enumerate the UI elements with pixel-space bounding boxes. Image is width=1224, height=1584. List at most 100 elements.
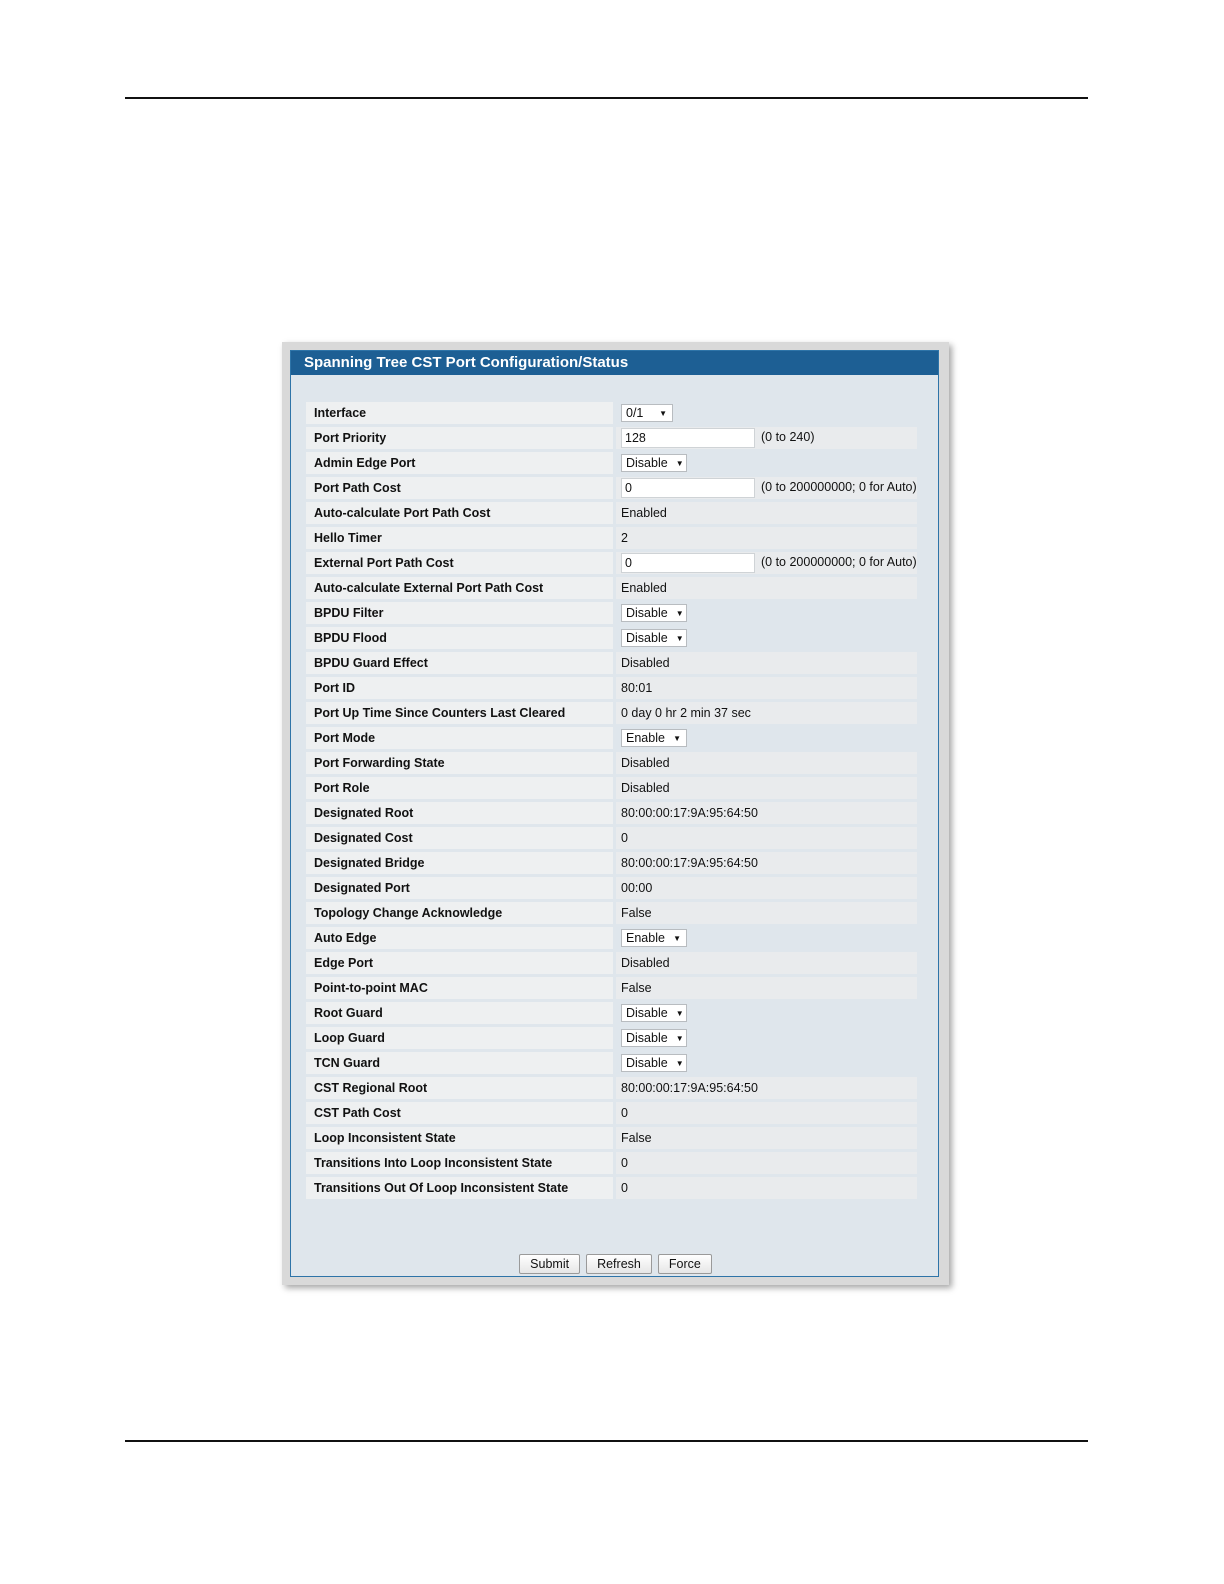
- designated-bridge-value: 80:00:00:17:9A:95:64:50: [621, 856, 758, 870]
- loop-inconsistent-state-value: False: [621, 1131, 652, 1145]
- field-label: Interface: [306, 402, 613, 424]
- config-row-port-id: Port ID 80:01: [306, 677, 917, 699]
- config-row-loop-guard: Loop Guard Disable ▼: [306, 1027, 917, 1049]
- config-row-port-path-cost: Port Path Cost 0 (0 to 200000000; 0 for Au…: [306, 477, 917, 499]
- field-label: Loop Inconsistent State: [306, 1127, 613, 1149]
- field-label: Auto-calculate Port Path Cost: [306, 502, 613, 524]
- root-guard-select[interactable]: Disable ▼: [621, 1004, 687, 1022]
- loop-guard-select[interactable]: Disable ▼: [621, 1029, 687, 1047]
- config-table: Interface 0/1 ▼ Port Priority 128 (0 to 240) A…: [306, 399, 917, 1202]
- select-value: Disable: [626, 1056, 668, 1070]
- cst-regional-root-value: 80:00:00:17:9A:95:64:50: [621, 1081, 758, 1095]
- select-value: Enable: [626, 731, 665, 745]
- config-row-cst-regional-root: CST Regional Root 80:00:00:17:9A:95:64:50: [306, 1077, 917, 1099]
- field-value-cell: Disable ▼: [613, 1002, 917, 1024]
- chevron-down-icon: ▼: [675, 1058, 684, 1068]
- field-value-cell: 0/1 ▼: [613, 402, 917, 424]
- config-row-auto-calculate-external-port-path-cost: Auto-calculate External Port Path Cost En…: [306, 577, 917, 599]
- edge-port-value: Disabled: [621, 956, 670, 970]
- external-port-path-cost-input[interactable]: 0: [621, 553, 755, 573]
- field-label: Point-to-point MAC: [306, 977, 613, 999]
- field-value-cell: Enabled: [613, 577, 917, 599]
- field-label: Designated Port: [306, 877, 613, 899]
- config-row-port-up-time-since-counters-last-cleared: Port Up Time Since Counters Last Cleared…: [306, 702, 917, 724]
- bpdu-filter-select[interactable]: Disable ▼: [621, 604, 687, 622]
- config-row-transitions-into-loop-inconsistent-state: Transitions Into Loop Inconsistent State…: [306, 1152, 917, 1174]
- bpdu-guard-effect-value: Disabled: [621, 656, 670, 670]
- field-value-cell: 0 (0 to 200000000; 0 for Auto): [613, 552, 917, 574]
- config-row-edge-port: Edge Port Disabled: [306, 952, 917, 974]
- field-label: Port Role: [306, 777, 613, 799]
- config-row-designated-bridge: Designated Bridge 80:00:00:17:9A:95:64:50: [306, 852, 917, 874]
- config-row-cst-path-cost: CST Path Cost 0: [306, 1102, 917, 1124]
- bpdu-flood-select[interactable]: Disable ▼: [621, 629, 687, 647]
- chevron-down-icon: ▼: [673, 733, 681, 743]
- field-value-cell: Disabled: [613, 952, 917, 974]
- hello-timer-value: 2: [621, 531, 628, 545]
- force-button[interactable]: Force: [657, 1254, 712, 1274]
- panel-title: Spanning Tree CST Port Configuration/Sta…: [291, 351, 938, 375]
- field-value-cell: Enable ▼: [613, 927, 917, 949]
- port-mode-select[interactable]: Enable ▼: [621, 729, 687, 747]
- field-label: CST Regional Root: [306, 1077, 613, 1099]
- chevron-down-icon: ▼: [675, 1008, 684, 1018]
- interface-select[interactable]: 0/1 ▼: [621, 404, 673, 422]
- field-value-cell: Disable ▼: [613, 452, 917, 474]
- select-value: Disable: [626, 631, 668, 645]
- designated-port-value: 00:00: [621, 881, 653, 895]
- config-row-admin-edge-port: Admin Edge Port Disable ▼: [306, 452, 917, 474]
- footer-rule: [125, 1440, 1088, 1442]
- field-value-cell: 2: [613, 527, 917, 549]
- cst-port-config-panel: Spanning Tree CST Port Configuration/Sta…: [290, 350, 939, 1277]
- config-row-port-priority: Port Priority 128 (0 to 240): [306, 427, 917, 449]
- config-row-topology-change-acknowledge: Topology Change Acknowledge False: [306, 902, 917, 924]
- chevron-down-icon: ▼: [659, 408, 667, 418]
- screenshot-frame: Spanning Tree CST Port Configuration/Sta…: [282, 342, 949, 1285]
- field-value-cell: False: [613, 902, 917, 924]
- designated-root-value: 80:00:00:17:9A:95:64:50: [621, 806, 758, 820]
- button-bar: Submit Refresh Force: [291, 1254, 940, 1274]
- refresh-button[interactable]: Refresh: [586, 1254, 652, 1274]
- field-label: TCN Guard: [306, 1052, 613, 1074]
- admin-edge-port-select[interactable]: Disable ▼: [621, 454, 687, 472]
- header-rule: [125, 97, 1088, 99]
- field-label: Transitions Out Of Loop Inconsistent Sta…: [306, 1177, 613, 1199]
- tcn-guard-select[interactable]: Disable ▼: [621, 1054, 687, 1072]
- port-role-value: Disabled: [621, 781, 670, 795]
- submit-button[interactable]: Submit: [519, 1254, 581, 1274]
- config-row-tcn-guard: TCN Guard Disable ▼: [306, 1052, 917, 1074]
- field-value-cell: 0 (0 to 200000000; 0 for Auto): [613, 477, 917, 499]
- field-label: Admin Edge Port: [306, 452, 613, 474]
- cst-path-cost-value: 0: [621, 1106, 628, 1120]
- field-label: Root Guard: [306, 1002, 613, 1024]
- config-row-designated-port: Designated Port 00:00: [306, 877, 917, 899]
- port-priority-input[interactable]: 128: [621, 428, 755, 448]
- field-label: BPDU Guard Effect: [306, 652, 613, 674]
- config-row-auto-calculate-port-path-cost: Auto-calculate Port Path Cost Enabled: [306, 502, 917, 524]
- config-row-designated-cost: Designated Cost 0: [306, 827, 917, 849]
- config-row-transitions-out-of-loop-inconsistent-state: Transitions Out Of Loop Inconsistent Sta…: [306, 1177, 917, 1199]
- field-value-cell: Enabled: [613, 502, 917, 524]
- select-value: Disable: [626, 456, 668, 470]
- field-label: BPDU Flood: [306, 627, 613, 649]
- field-value-cell: Enable ▼: [613, 727, 917, 749]
- auto-edge-select[interactable]: Enable ▼: [621, 929, 687, 947]
- field-value-cell: 0: [613, 1177, 917, 1199]
- field-label: Port ID: [306, 677, 613, 699]
- point-to-point-mac-value: False: [621, 981, 652, 995]
- field-value-cell: Disable ▼: [613, 627, 917, 649]
- port-id-value: 80:01: [621, 681, 653, 695]
- field-value-cell: 00:00: [613, 877, 917, 899]
- config-row-hello-timer: Hello Timer 2: [306, 527, 917, 549]
- port-path-cost-input[interactable]: 0: [621, 478, 755, 498]
- select-value: Disable: [626, 606, 668, 620]
- field-value-cell: 0: [613, 1152, 917, 1174]
- auto-calculate-port-path-cost-value: Enabled: [621, 506, 667, 520]
- field-value-cell: 0 day 0 hr 2 min 37 sec: [613, 702, 917, 724]
- field-label: Edge Port: [306, 952, 613, 974]
- field-label: Designated Cost: [306, 827, 613, 849]
- transitions-out-of-loop-inconsistent-state-value: 0: [621, 1181, 628, 1195]
- field-value-cell: Disabled: [613, 652, 917, 674]
- field-value-cell: False: [613, 1127, 917, 1149]
- port-forwarding-state-value: Disabled: [621, 756, 670, 770]
